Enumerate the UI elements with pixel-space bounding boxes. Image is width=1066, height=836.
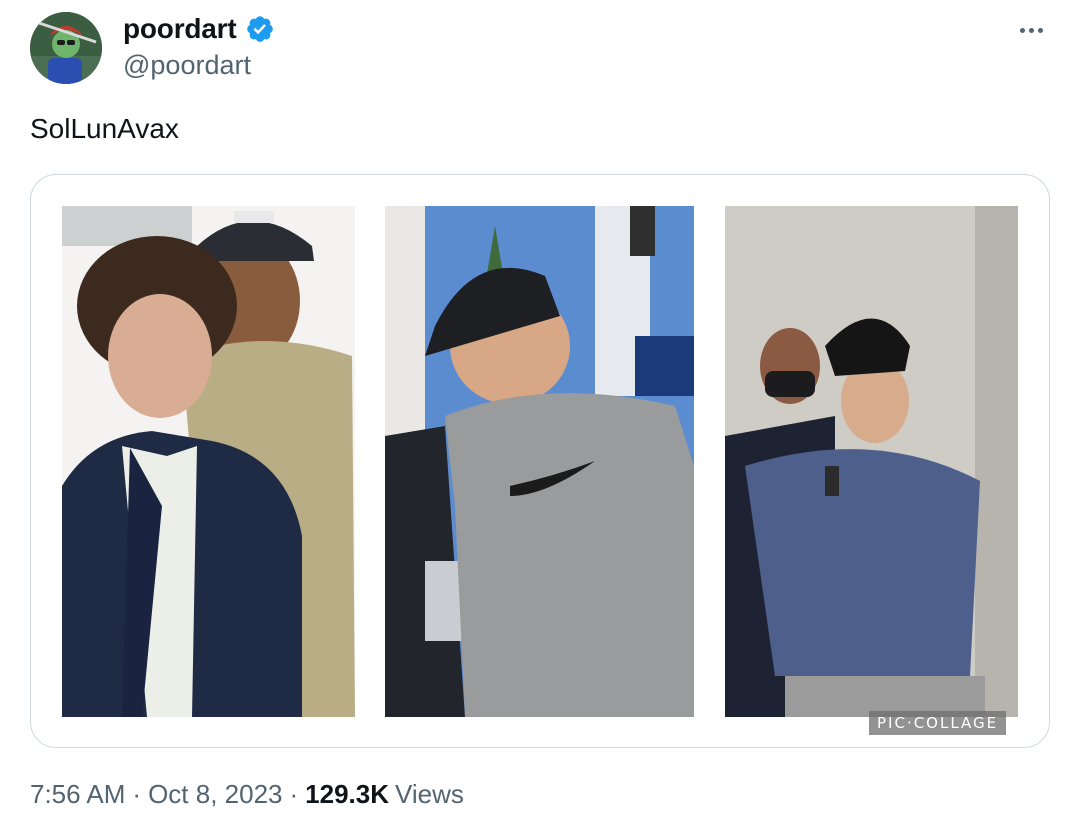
tweet-date-link[interactable]: Oct 8, 2023	[148, 779, 282, 810]
pic-collage-watermark: PIC·COLLAGE	[869, 711, 1007, 735]
views-count: 129.3K	[305, 779, 390, 809]
verified-badge-icon	[246, 16, 273, 42]
tweet-meta: 7:56 AM · Oct 8, 2023 · 129.3K Views	[30, 779, 464, 810]
more-dot	[1037, 27, 1043, 33]
photo-1[interactable]	[62, 206, 355, 717]
more-options-button[interactable]	[1014, 18, 1048, 42]
avatar-image	[30, 12, 102, 84]
photo-3[interactable]	[725, 206, 1018, 717]
meta-separator: ·	[132, 779, 142, 809]
meta-separator: ·	[289, 779, 299, 809]
tweet-time-link[interactable]: 7:56 AM	[30, 779, 125, 810]
avatar[interactable]	[30, 12, 102, 84]
author-handle[interactable]: @poordart	[123, 50, 251, 81]
more-horizontal-icon	[1019, 27, 1025, 33]
more-dot	[1028, 27, 1034, 33]
views-label: Views	[395, 779, 464, 809]
photo-2[interactable]	[385, 206, 694, 717]
media-card[interactable]: PIC·COLLAGE	[30, 174, 1050, 748]
tweet-text: SolLunAvax	[30, 113, 179, 144]
author-display-name[interactable]: poordart	[123, 13, 237, 45]
